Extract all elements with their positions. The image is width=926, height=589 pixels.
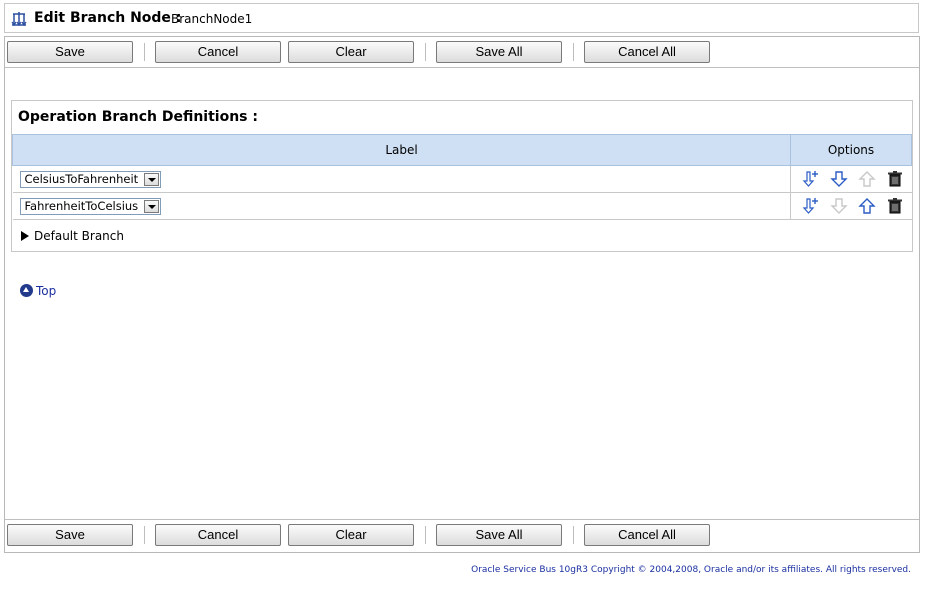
expand-triangle-icon	[21, 231, 29, 241]
toolbar-divider	[425, 43, 426, 61]
toolbar-divider	[144, 43, 145, 61]
save-button[interactable]: Save	[7, 524, 133, 546]
toolbar-divider	[425, 526, 426, 544]
page-title: Edit Branch Node :	[34, 10, 182, 26]
trash-icon[interactable]	[885, 169, 905, 189]
options-column-header: Options	[790, 134, 912, 166]
branch-label-select[interactable]: CelsiusToFahrenheit	[19, 170, 162, 188]
operation-branch-definitions: Operation Branch Definitions : Label Opt…	[11, 100, 913, 252]
clear-button[interactable]: Clear	[288, 524, 414, 546]
move-up-icon[interactable]	[857, 196, 877, 216]
save-all-button[interactable]: Save All	[436, 524, 562, 546]
top-link[interactable]: Top	[20, 284, 56, 298]
table-row: CelsiusToFahrenheit	[12, 165, 912, 193]
chevron-down-icon[interactable]	[144, 199, 160, 213]
chevron-down-icon[interactable]	[144, 172, 160, 186]
default-branch-toggle[interactable]: Default Branch	[21, 229, 124, 243]
move-down-icon[interactable]	[829, 169, 849, 189]
label-column-header: Label	[12, 134, 791, 166]
top-toolbar: Save Cancel Clear Save All Cancel All	[5, 37, 919, 68]
arrow-up-circle-icon	[20, 284, 33, 297]
page-header: Edit Branch Node : BranchNode1	[4, 3, 919, 33]
cancel-button[interactable]: Cancel	[155, 524, 281, 546]
cancel-all-button[interactable]: Cancel All	[584, 524, 710, 546]
move-up-icon	[858, 171, 876, 187]
node-name: BranchNode1	[171, 12, 253, 26]
edit-panel: Save Cancel Clear Save All Cancel All Op…	[4, 36, 920, 553]
toolbar-divider	[573, 526, 574, 544]
toolbar-divider	[573, 43, 574, 61]
trash-icon[interactable]	[885, 196, 905, 216]
save-button[interactable]: Save	[7, 41, 133, 63]
insert-below-icon[interactable]	[801, 169, 821, 189]
section-title: Operation Branch Definitions :	[18, 109, 258, 125]
clear-button[interactable]: Clear	[288, 41, 414, 63]
table-header-row: Label Options	[12, 134, 912, 166]
branch-label-select[interactable]: FahrenheitToCelsius	[19, 197, 162, 215]
toolbar-divider	[144, 526, 145, 544]
bottom-toolbar: Save Cancel Clear Save All Cancel All	[5, 519, 919, 550]
table-row: FahrenheitToCelsius	[12, 192, 912, 220]
branch-table: Label Options CelsiusToFahrenheit Fahren…	[12, 134, 912, 220]
insert-below-icon[interactable]	[801, 196, 821, 216]
cancel-button[interactable]: Cancel	[155, 41, 281, 63]
branch-node-icon	[11, 12, 27, 27]
save-all-button[interactable]: Save All	[436, 41, 562, 63]
copyright-footer: Oracle Service Bus 10gR3 Copyright © 200…	[471, 565, 911, 575]
cancel-all-button[interactable]: Cancel All	[584, 41, 710, 63]
move-down-icon	[830, 198, 848, 214]
